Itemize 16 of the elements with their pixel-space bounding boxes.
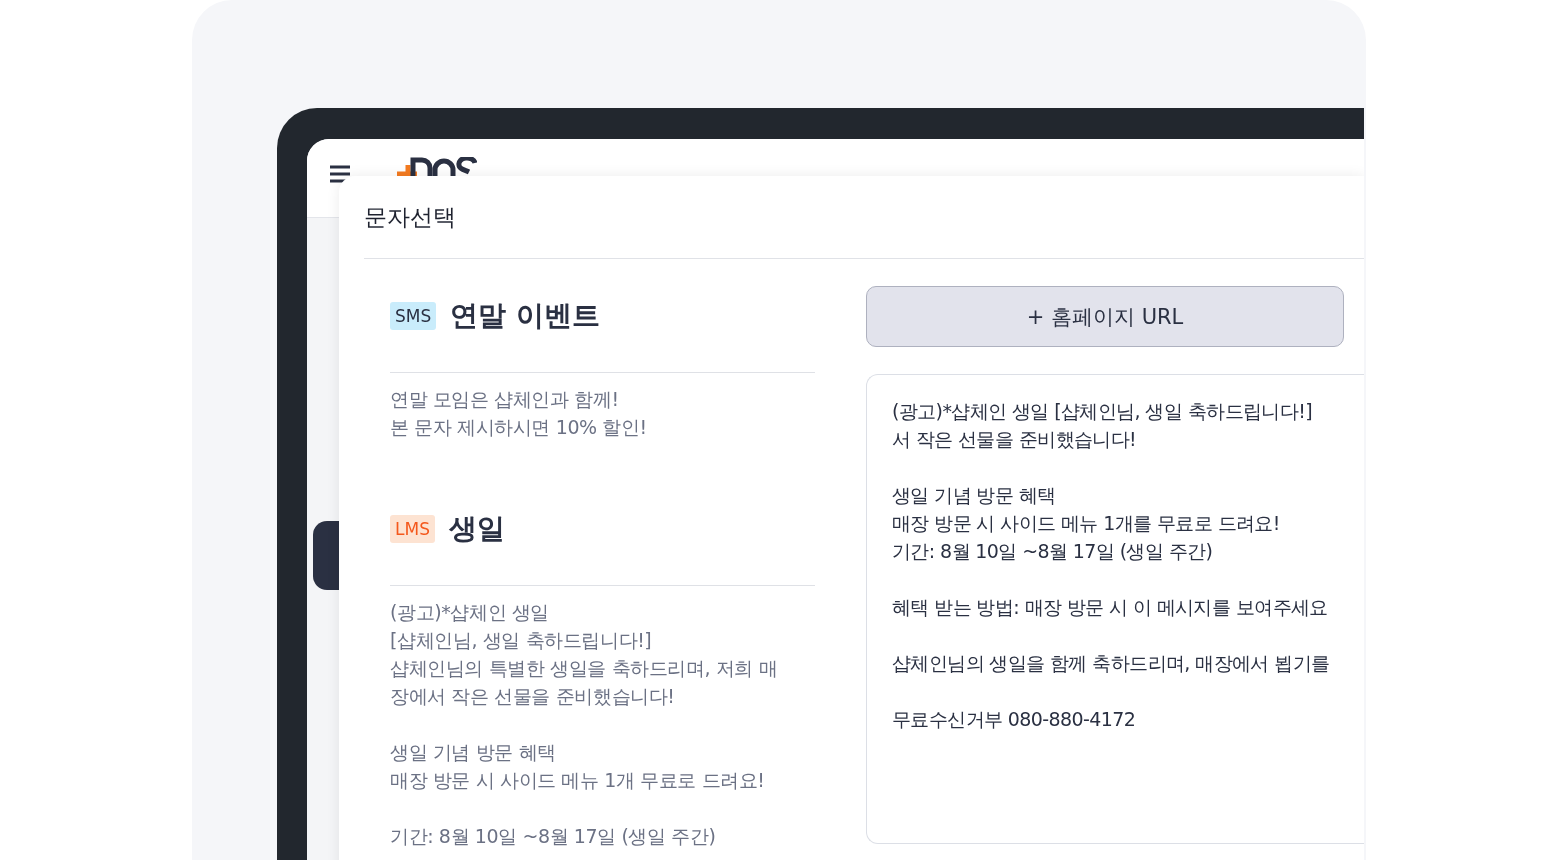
- template-text: 생일 기념 방문 혜택 매장 방문 시 사이드 메뉴 1개 무료로 드려요!: [390, 740, 766, 793]
- preview-text: (광고)*샵체인 생일 [샵체인님, 생일 축하드립니다!] 서 작은 선물을 준비했습니다!: [892, 399, 1313, 452]
- preview-text: 혜택 받는 방법: 매장 방문 시 이 메시지를 보여주세요: [892, 595, 1329, 620]
- template-title[interactable]: 생일: [448, 510, 505, 548]
- preview-text: 샵체인님의 생일을 함께 축하드리며, 매장에서 뵙기를: [892, 651, 1331, 676]
- preview-text: 무료수신거부 080-880-4172: [892, 707, 1137, 732]
- template-text: 연말 모임은 샵체인과 함께! 본 문자 제시하시면 10% 할인!: [390, 387, 648, 440]
- template-text: (광고)*샵체인 생일 [샵체인님, 생일 축하드립니다!] 샵체인님의 특별한 생일을 축하드리며, 저희 매 장에서 작은 선물을 준비했습니다!: [390, 600, 779, 709]
- message-type-tag: LMS: [390, 515, 435, 543]
- template-text: 기간: 8월 10일 ~8월 17일 (생일 주간): [390, 824, 717, 849]
- dialog-title: 문자선택: [364, 203, 457, 232]
- preview-text: 생일 기념 방문 혜택 매장 방문 시 사이드 메뉴 1개를 무료로 드려요! 기간: 8월 10일 ~8월 17일 (생일 주간): [892, 483, 1281, 564]
- menu-icon[interactable]: [329, 165, 351, 183]
- template-title[interactable]: 연말 이벤트: [450, 297, 600, 335]
- add-url-button[interactable]: + 홈페이지 URL: [866, 286, 1344, 347]
- message-type-tag: SMS: [390, 302, 437, 330]
